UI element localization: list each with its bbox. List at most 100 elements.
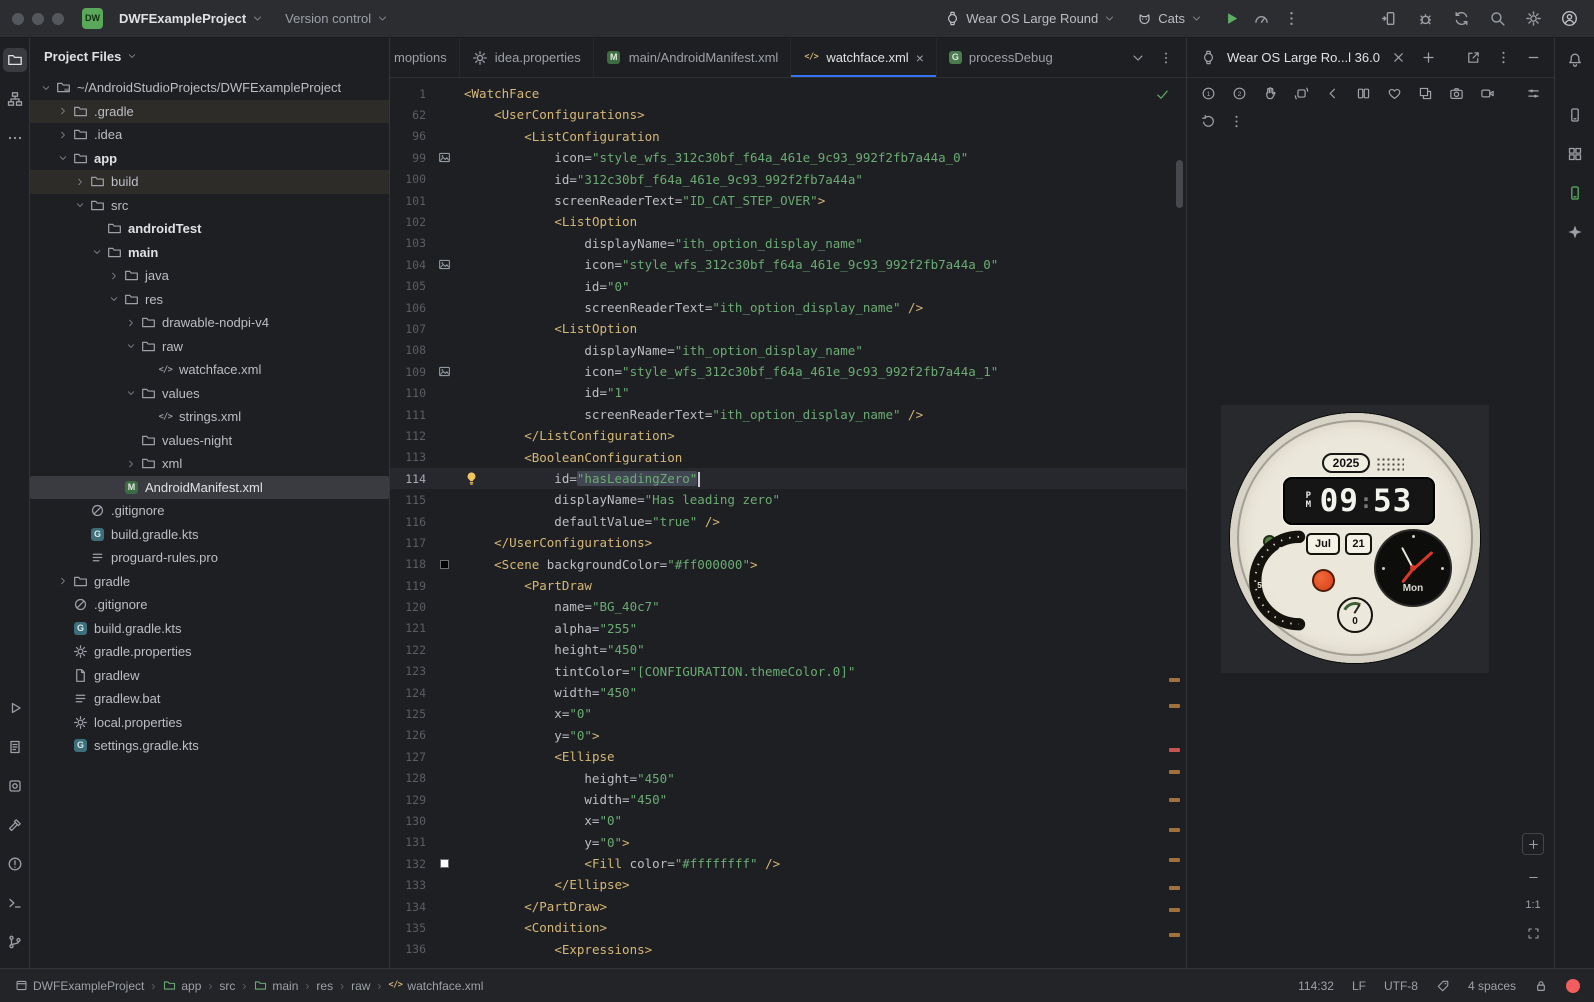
window-zoom-button[interactable]: [52, 12, 64, 25]
indent-config[interactable]: 4 spaces: [1468, 979, 1516, 993]
caret-position[interactable]: 114:32: [1298, 979, 1334, 993]
chevron-right-icon[interactable]: [106, 268, 121, 283]
run-configuration-selector[interactable]: Cats: [1131, 7, 1208, 30]
tree-item-gradlew[interactable]: gradlew: [30, 664, 389, 688]
code-line-131[interactable]: 131 y="0">: [390, 832, 1186, 853]
tree-item-gitignore[interactable]: .gitignore: [30, 593, 389, 617]
color-preview-swatch[interactable]: [432, 859, 456, 869]
search-icon[interactable]: [1484, 6, 1510, 32]
notifications-icon[interactable]: [1563, 48, 1587, 72]
chevron-right-icon[interactable]: [123, 315, 138, 330]
code-line-127[interactable]: 127 <Ellipse: [390, 746, 1186, 767]
breadcrumb-item-app[interactable]: app: [162, 979, 201, 993]
tree-item-strings-xml[interactable]: </> strings.xml: [30, 405, 389, 429]
terminal-icon[interactable]: [3, 891, 27, 915]
window-close-button[interactable]: [12, 12, 24, 25]
tree-item-gradle-properties[interactable]: gradle.properties: [30, 640, 389, 664]
code-line-108[interactable]: 108 displayName="ith_option_display_name…: [390, 340, 1186, 361]
tree-item-build[interactable]: build: [30, 170, 389, 194]
code-line-109[interactable]: 109 icon="style_wfs_312c30bf_f64a_461e_9…: [390, 361, 1186, 382]
screenshot-icon[interactable]: [1445, 82, 1467, 104]
zoom-fit-button[interactable]: [1522, 922, 1544, 944]
vcs-change-marker[interactable]: [1169, 908, 1180, 912]
chevron-right-icon[interactable]: [55, 104, 70, 119]
chevron-down-icon[interactable]: [38, 80, 53, 95]
more-vertical-icon[interactable]: [1225, 111, 1247, 133]
image-preview-icon[interactable]: [432, 151, 456, 164]
hidden-tabs-icon[interactable]: [1126, 46, 1150, 70]
project-tool-icon[interactable]: [2, 48, 27, 72]
color-preview-swatch[interactable]: [432, 559, 456, 569]
vcs-change-marker[interactable]: [1169, 933, 1180, 937]
zoom-ratio-button[interactable]: 1:1: [1525, 899, 1540, 911]
code-line-133[interactable]: 133 </Ellipse>: [390, 874, 1186, 895]
code-line-99[interactable]: 99 icon="style_wfs_312c30bf_f64a_461e_9c…: [390, 147, 1186, 168]
layers-icon[interactable]: [1414, 82, 1436, 104]
code-line-117[interactable]: 117 </UserConfigurations>: [390, 532, 1186, 553]
code-line-114[interactable]: 114 id="hasLeadingZero": [390, 468, 1186, 490]
chevron-down-icon[interactable]: [106, 292, 121, 307]
chevron-right-icon[interactable]: [55, 574, 70, 589]
tree-item-build-gradle-kts[interactable]: Gbuild.gradle.kts: [30, 617, 389, 641]
open-in-window-icon[interactable]: [1462, 47, 1484, 69]
device-manager-icon[interactable]: [1563, 103, 1587, 127]
code-line-132[interactable]: 132 <Fill color="#ffffffff" />: [390, 853, 1186, 874]
code-line-129[interactable]: 129 width="450": [390, 789, 1186, 810]
code-line-106[interactable]: 106 screenReaderText="ith_option_display…: [390, 297, 1186, 318]
chevron-down-icon[interactable]: [89, 245, 104, 260]
code-line-122[interactable]: 122 height="450": [390, 639, 1186, 660]
editor-tab-watchface-xml[interactable]: </> watchface.xml ×: [791, 38, 937, 77]
code-line-103[interactable]: 103 displayName="ith_option_display_name…: [390, 233, 1186, 254]
lock-icon[interactable]: [1534, 979, 1548, 993]
code-line-1[interactable]: 1 <WatchFace: [390, 83, 1186, 104]
tree-item-androidmanifest-xml[interactable]: M AndroidManifest.xml: [30, 475, 389, 499]
device-tab-title[interactable]: Wear OS Large Ro...l 36.0: [1227, 50, 1380, 65]
tree-item-values[interactable]: values: [30, 382, 389, 406]
code-line-125[interactable]: 125 x="0": [390, 703, 1186, 724]
code-line-104[interactable]: 104 icon="style_wfs_312c30bf_f64a_461e_9…: [390, 254, 1186, 275]
code-line-124[interactable]: 124 width="450": [390, 682, 1186, 703]
logcat-icon[interactable]: [3, 735, 27, 759]
palm-icon[interactable]: [1259, 82, 1281, 104]
vcs-change-marker[interactable]: [1169, 748, 1180, 752]
close-tab-icon[interactable]: ×: [916, 51, 924, 65]
tree-item-gradlew-bat[interactable]: gradlew.bat: [30, 687, 389, 711]
code-line-120[interactable]: 120 name="BG_40c7": [390, 596, 1186, 617]
editor-tab-moptions[interactable]: moptions: [390, 38, 460, 77]
device-selector[interactable]: Wear OS Large Round: [939, 7, 1121, 30]
image-preview-icon[interactable]: [432, 258, 456, 271]
screen-record-icon[interactable]: [1476, 82, 1498, 104]
code-line-107[interactable]: 107 <ListOption: [390, 318, 1186, 339]
chevron-right-icon[interactable]: [72, 174, 87, 189]
settings-icon[interactable]: [1520, 6, 1546, 32]
code-line-128[interactable]: 128 height="450": [390, 768, 1186, 789]
tree-item-watchface-xml[interactable]: </> watchface.xml: [30, 358, 389, 382]
code-line-96[interactable]: 96 <ListConfiguration: [390, 126, 1186, 147]
zoom-in-button[interactable]: [1522, 833, 1544, 855]
tree-item-build-gradle-kts[interactable]: Gbuild.gradle.kts: [30, 523, 389, 547]
vcs-change-marker[interactable]: [1169, 798, 1180, 802]
code-line-135[interactable]: 135 <Condition>: [390, 917, 1186, 938]
resource-manager-icon[interactable]: [1563, 142, 1587, 166]
code-line-113[interactable]: 113 <BooleanConfiguration: [390, 447, 1186, 468]
code-editor[interactable]: 1 <WatchFace 62 <UserConfigurations> 96 <Li…: [390, 78, 1186, 968]
tree-item-xml[interactable]: xml: [30, 452, 389, 476]
pair-device-icon[interactable]: [1352, 82, 1374, 104]
vcs-change-marker[interactable]: [1169, 678, 1180, 682]
image-preview-icon[interactable]: [432, 365, 456, 378]
vcs-change-marker[interactable]: [1169, 828, 1180, 832]
version-control-icon[interactable]: [3, 930, 27, 954]
intention-bulb-icon[interactable]: [464, 471, 479, 486]
vcs-change-marker[interactable]: [1169, 858, 1180, 862]
hide-panel-icon[interactable]: [1522, 47, 1544, 69]
tree-item-proguard-rules-pro[interactable]: proguard-rules.pro: [30, 546, 389, 570]
breadcrumb-item-dwfexampleproject[interactable]: DWFExampleProject: [14, 979, 144, 993]
tree-item-idea[interactable]: .idea: [30, 123, 389, 147]
code-line-119[interactable]: 119 <PartDraw: [390, 575, 1186, 596]
chevron-down-icon[interactable]: [55, 151, 70, 166]
vcs-change-marker[interactable]: [1169, 770, 1180, 774]
window-minimize-button[interactable]: [32, 12, 44, 25]
more-vertical-icon[interactable]: [1278, 6, 1304, 32]
structure-icon[interactable]: [3, 87, 27, 111]
add-device-icon[interactable]: [1418, 47, 1440, 69]
